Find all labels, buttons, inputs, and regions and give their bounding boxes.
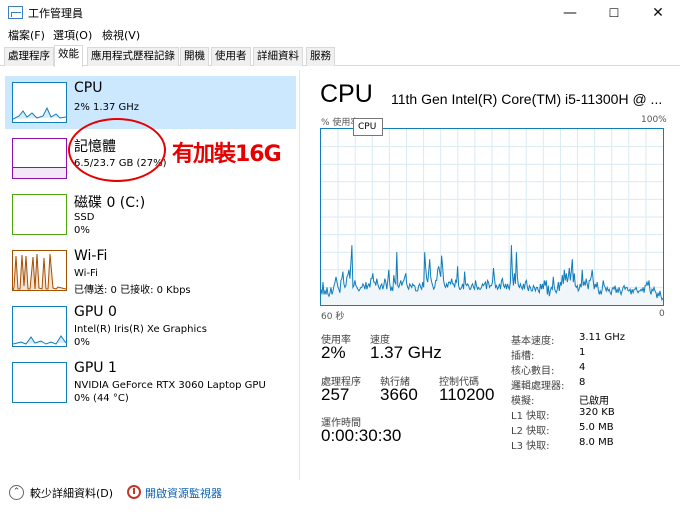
uptime-value: 0:00:30:30 (321, 426, 402, 445)
gpu0-thumbnail-line (12, 335, 67, 345)
graph-max-label: 100% (641, 115, 667, 125)
gpu0-thumbnail-svg (12, 335, 67, 345)
spec-value-virtualization: 已啟用 (579, 396, 609, 407)
chevron-up-icon[interactable]: ⌃ (9, 485, 24, 500)
cpu-usage-graph (320, 128, 664, 306)
graph-time-label: 60 秒 (321, 312, 345, 322)
spec-value-l1-cache: 320 KB (579, 407, 615, 418)
resource-name-gpu1: GPU 1 (74, 360, 117, 376)
task-manager-icon (8, 6, 23, 19)
resource-item-cpu[interactable]: CPU 2% 1.37 GHz (5, 76, 296, 129)
cpu-thumbnail-line (12, 106, 67, 120)
resource-item-disk[interactable]: 磁碟 0 (C:) SSD 0% (5, 188, 296, 241)
annotation-circle (68, 118, 166, 182)
spec-value-l2-cache: 5.0 MB (579, 422, 614, 433)
menu-file[interactable]: 檔案(F) (8, 27, 45, 43)
tab-users[interactable]: 使用者 (211, 47, 251, 66)
title-bar: 工作管理員 — ☐ ✕ (0, 0, 680, 26)
processes-value: 257 (321, 385, 350, 404)
tab-bar: 處理程序 效能 應用程式歷程記錄 開機 使用者 詳細資料 服務 (0, 44, 680, 67)
resource-gpu0-model: Intel(R) Iris(R) Xe Graphics (74, 324, 207, 335)
spec-value-sockets: 1 (579, 347, 586, 358)
spec-value-logical-processors: 8 (579, 377, 586, 388)
window-title: 工作管理員 (28, 7, 83, 20)
menu-bar: 檔案(F) 選項(O) 檢視(V) (0, 26, 680, 44)
spec-value-l3-cache: 8.0 MB (579, 437, 614, 448)
fewer-details-button[interactable]: 較少詳細資料(D) (30, 485, 113, 501)
spec-label-l3-cache: L3 快取: (511, 441, 550, 452)
spec-label-sockets: 插槽: (511, 351, 535, 362)
wifi-thumbnail-line (12, 253, 67, 291)
tab-app-history[interactable]: 應用程式歷程記錄 (87, 47, 179, 66)
spec-label-cores: 核心數目: (511, 366, 555, 377)
utilization-value: 2% (321, 343, 346, 362)
tab-performance[interactable]: 效能 (54, 45, 83, 67)
menu-options[interactable]: 選項(O) (53, 27, 92, 43)
spec-value-cores: 4 (579, 362, 586, 373)
footer-bar: ⌃ 較少詳細資料(D) 開啟資源監視器 (0, 480, 680, 514)
close-button[interactable]: ✕ (636, 0, 680, 26)
resource-name-disk: 磁碟 0 (C:) (74, 195, 146, 211)
resource-disk-type: SSD (74, 212, 95, 223)
spec-label-virtualization: 模擬: (511, 396, 535, 407)
resource-wifi-throughput: 已傳送: 0 已接收: 0 Kbps (74, 285, 191, 296)
speed-value: 1.37 GHz (370, 343, 442, 362)
spec-value-base-speed: 3.11 GHz (579, 332, 625, 343)
cpu-thumbnail-graph (12, 82, 67, 123)
resource-name-gpu0: GPU 0 (74, 304, 117, 320)
resource-name-cpu: CPU (74, 80, 103, 96)
cpu-thumbnail-svg (12, 106, 67, 120)
resource-gpu1-model: NVIDIA GeForce RTX 3060 Laptop GPU (74, 380, 266, 391)
tab-details[interactable]: 詳細資料 (253, 47, 303, 66)
spec-label-base-speed: 基本速度: (511, 336, 555, 347)
minimize-button[interactable]: — (548, 0, 592, 26)
annotation-text: 有加裝16G (172, 142, 282, 167)
tab-processes[interactable]: 處理程序 (4, 47, 54, 66)
processor-name: 11th Gen Intel(R) Core(TM) i5-11300H @ .… (391, 91, 663, 107)
graph-tooltip: CPU (353, 118, 383, 136)
spec-label-l2-cache: L2 快取: (511, 426, 550, 437)
resource-item-gpu0[interactable]: GPU 0 Intel(R) Iris(R) Xe Graphics 0% (5, 300, 296, 353)
resource-gpu0-usage: 0% (74, 337, 90, 348)
threads-value: 3660 (380, 385, 418, 404)
disk-thumbnail-graph (12, 194, 67, 235)
resource-disk-usage: 0% (74, 225, 90, 236)
graph-min-label: 0 (659, 309, 665, 319)
tab-startup[interactable]: 開機 (180, 47, 209, 66)
resource-monitor-icon[interactable] (127, 485, 141, 499)
resource-name-wifi: Wi-Fi (74, 248, 108, 264)
cpu-graph-svg (320, 129, 664, 305)
spec-label-logical-processors: 邏輯處理器: (511, 381, 565, 392)
detail-title: CPU (320, 80, 373, 108)
resource-item-gpu1[interactable]: GPU 1 NVIDIA GeForce RTX 3060 Laptop GPU… (5, 356, 296, 409)
wifi-thumbnail-svg (12, 253, 67, 291)
resource-cpu-usage: 2% 1.37 GHz (74, 102, 140, 113)
gpu0-thumbnail-graph (12, 306, 67, 347)
open-resource-monitor-link[interactable]: 開啟資源監視器 (145, 485, 222, 501)
resource-gpu1-usage: 0% (44 °C) (74, 393, 129, 404)
spec-label-l1-cache: L1 快取: (511, 411, 550, 422)
maximize-button[interactable]: ☐ (592, 0, 636, 26)
memory-thumbnail-graph (12, 138, 67, 179)
handles-value: 110200 (439, 385, 495, 404)
wifi-thumbnail-graph (12, 250, 67, 291)
gpu1-thumbnail-graph (12, 362, 67, 403)
resource-item-wifi[interactable]: Wi-Fi Wi-Fi 已傳送: 0 已接收: 0 Kbps (5, 244, 296, 297)
tab-services[interactable]: 服務 (306, 47, 335, 66)
resource-wifi-adapter: Wi-Fi (74, 268, 98, 279)
menu-view[interactable]: 檢視(V) (102, 27, 140, 43)
